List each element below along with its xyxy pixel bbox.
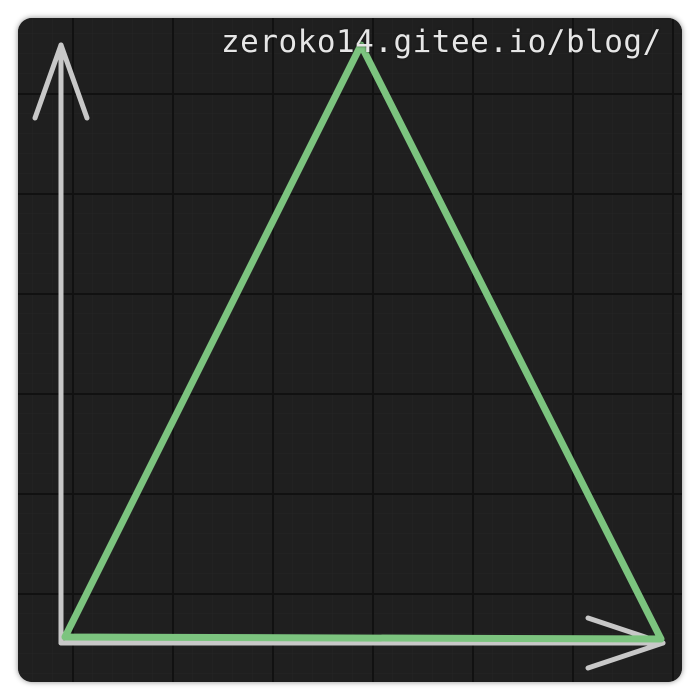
grid-background <box>18 18 682 682</box>
diagram-canvas <box>18 18 682 682</box>
watermark-text: zeroko14.gitee.io/blog/ <box>221 24 662 60</box>
diagram-frame: zeroko14.gitee.io/blog/ <box>18 18 682 682</box>
